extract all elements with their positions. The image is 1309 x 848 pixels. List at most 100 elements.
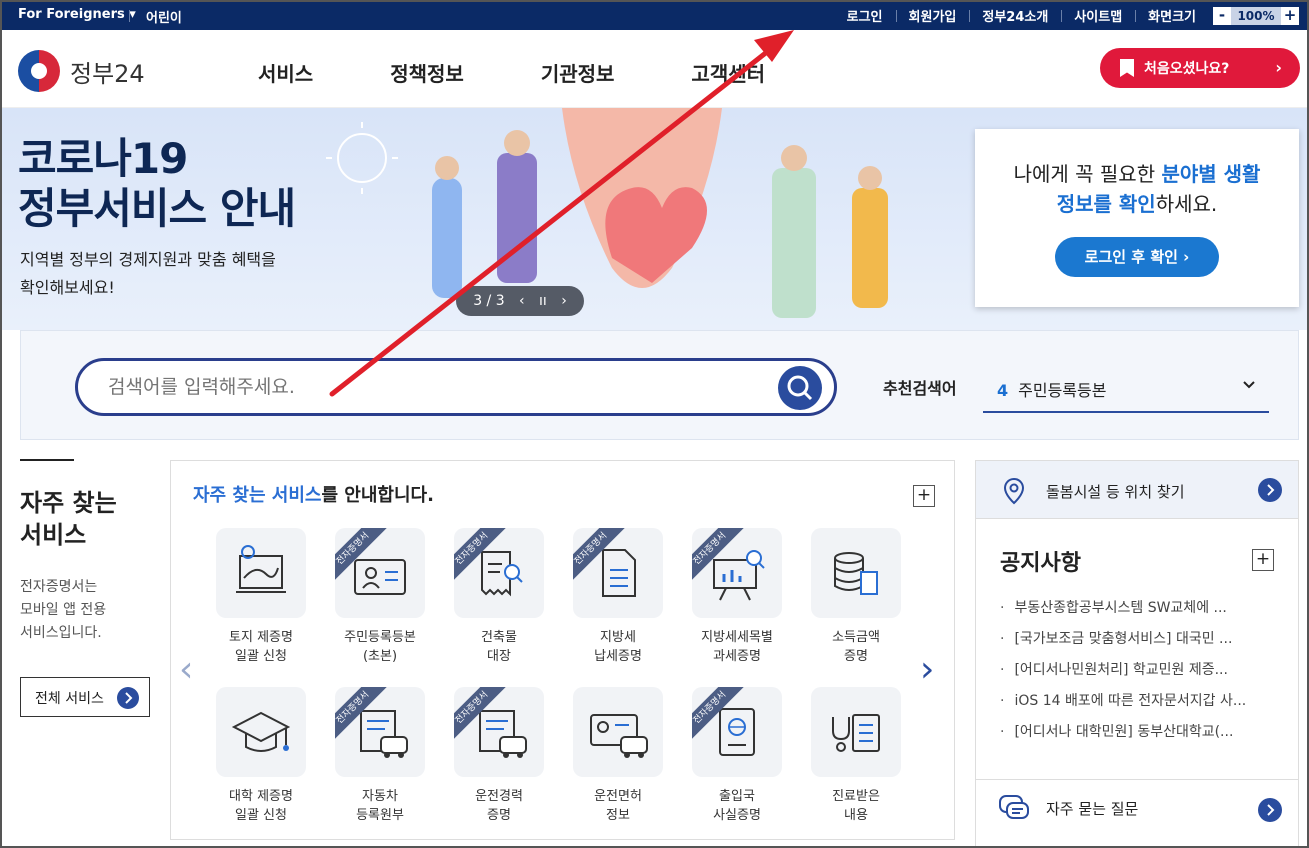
service-item[interactable]: 운전면허 정보	[563, 687, 673, 825]
service-tile[interactable]	[216, 528, 306, 618]
service-label: 지방세세목별 과세증명	[701, 630, 773, 664]
service-label: 대학 제증명 일괄 신청	[229, 789, 293, 823]
search-icon	[787, 375, 813, 401]
service-item[interactable]: 소득금액 증명	[801, 528, 911, 666]
service-tile[interactable]	[216, 687, 306, 777]
service-tile[interactable]: 전자증명서	[573, 528, 663, 618]
search-box	[75, 358, 837, 416]
service-item[interactable]: 전자증명서 출입국 사실증명	[682, 687, 792, 825]
service-tile[interactable]	[573, 687, 663, 777]
info-text: 나에게 꼭 필요한 분야별 생활 정보를 확인하세요.	[975, 159, 1299, 219]
coins-document-icon	[834, 552, 878, 595]
info-text-a: 나에게 꼭 필요한	[1013, 162, 1162, 186]
service-item[interactable]: 전자증명서 주민등록등본 (초본)	[325, 528, 435, 666]
recommend-value: 주민등록등본	[1018, 381, 1107, 400]
service-label: 운전면허 정보	[594, 789, 642, 823]
faq-label: 자주 묻는 질문	[1046, 800, 1139, 818]
info-text-b: 하세요.	[1155, 192, 1218, 216]
next-arrow-icon[interactable]: ›	[920, 652, 944, 689]
service-tile[interactable]	[811, 528, 901, 618]
services-heading-rest: 를 안내합니다.	[321, 485, 434, 506]
notice-item[interactable]: 부동산종합공부시스템 SW교체에 ...	[1000, 597, 1280, 628]
care-facility-label: 돌봄시설 등 위치 찾기	[1046, 483, 1185, 501]
nav-policy[interactable]: 정책정보	[390, 58, 464, 87]
banner-pager: 3 / 3 ‹ ıı ›	[456, 286, 584, 316]
zoom-control: - 100% +	[1213, 6, 1299, 25]
notice-item[interactable]: iOS 14 배포에 따른 전자문서지갑 사...	[1000, 690, 1280, 721]
about-link[interactable]: 정부24소개	[969, 6, 1061, 25]
care-facility-link[interactable]: 돌봄시설 등 위치 찾기	[976, 461, 1298, 519]
services-heading: 자주 찾는 서비스를 안내합니다.	[193, 481, 434, 507]
login-link[interactable]: 로그인	[834, 6, 896, 25]
zoom-out-button[interactable]: -	[1213, 6, 1231, 25]
notice-title: 공지사항	[1000, 551, 1081, 576]
notice-item[interactable]: [어디서나 대학민원] 동부산대학교(...	[1000, 721, 1280, 752]
chevron-right-icon	[1258, 478, 1282, 502]
banner-subtitle-line1: 지역별 정부의 경제지원과 맞춤 혜택을	[20, 250, 276, 269]
graduation-cap-icon	[231, 711, 291, 752]
service-item[interactable]: 대학 제증명 일괄 신청	[206, 687, 316, 825]
faq-link[interactable]: 자주 묻는 질문	[976, 779, 1298, 839]
services-heading-highlight: 자주 찾는 서비스	[193, 485, 322, 506]
frequent-services-panel: 자주 찾는 서비스를 안내합니다. + ‹ › 토지 제증명 일괄 신청 전자증명…	[170, 460, 955, 840]
login-check-button[interactable]: 로그인 후 확인 ›	[1055, 237, 1219, 277]
license-car-icon	[590, 714, 648, 758]
nav-agency[interactable]: 기관정보	[541, 58, 615, 87]
all-services-label: 전체 서비스	[35, 691, 104, 707]
recommend-select[interactable]: 4 주민등록등본	[983, 369, 1269, 413]
notice-item[interactable]: [어디서나민원처리] 학교민원 제증...	[1000, 659, 1280, 690]
frequent-title-line1: 자주 찾는	[20, 489, 117, 517]
notice-item[interactable]: [국가보조금 맞춤형서비스] 대국민 ...	[1000, 628, 1280, 659]
nav-customer-center[interactable]: 고객센터	[691, 58, 765, 87]
service-tile[interactable]: 전자증명서	[454, 528, 544, 618]
service-tile[interactable]: 전자증명서	[692, 528, 782, 618]
service-item[interactable]: 토지 제증명 일괄 신청	[206, 528, 316, 666]
sitemap-link[interactable]: 사이트맵	[1061, 6, 1135, 25]
search-input[interactable]	[108, 374, 758, 400]
taegeuk-logo-icon	[18, 50, 60, 92]
service-tile[interactable]: 전자증명서	[692, 687, 782, 777]
chevron-right-icon: ›	[1275, 58, 1282, 77]
nav-services[interactable]: 서비스	[258, 58, 313, 87]
service-tile[interactable]	[811, 687, 901, 777]
service-tile[interactable]: 전자증명서	[454, 687, 544, 777]
personalized-info-box: 나에게 꼭 필요한 분야별 생활 정보를 확인하세요. 로그인 후 확인 ›	[975, 129, 1299, 307]
service-item[interactable]: 진료받은 내용	[801, 687, 911, 825]
search-button[interactable]	[778, 366, 822, 410]
more-notices-button[interactable]: +	[1252, 549, 1274, 571]
service-item[interactable]: 전자증명서 건축물 대장	[444, 528, 554, 666]
recommend-label: 추천검색어	[883, 379, 957, 398]
signup-link[interactable]: 회원가입	[895, 6, 970, 25]
site-logo[interactable]: 정부24	[18, 50, 145, 92]
first-visit-label: 처음오셨나요?	[1144, 61, 1230, 77]
prev-slide-icon[interactable]: ‹	[519, 293, 525, 309]
service-tile[interactable]: 전자증명서	[335, 528, 425, 618]
stethoscope-icon	[832, 714, 880, 752]
service-tile[interactable]: 전자증명서	[335, 687, 425, 777]
more-services-button[interactable]: +	[913, 485, 935, 507]
service-item[interactable]: 전자증명서 운전경력 증명	[444, 687, 554, 825]
zoom-in-button[interactable]: +	[1281, 6, 1299, 25]
kids-link[interactable]: 어린이	[146, 7, 182, 26]
bookmark-icon	[1120, 59, 1134, 77]
pager-count: 3 / 3	[473, 293, 505, 309]
pause-icon[interactable]: ıı	[539, 293, 547, 309]
service-item[interactable]: 전자증명서 지방세 납세증명	[563, 528, 673, 666]
utility-bar: For Foreigners ▾ 어린이 로그인 회원가입 정부24소개 사이트…	[2, 2, 1307, 30]
for-foreigners-link[interactable]: For Foreigners ▾	[18, 7, 136, 22]
frequent-desc-line1: 전자증명서는	[20, 579, 98, 595]
search-zone: 추천검색어 4 주민등록등본	[20, 330, 1299, 440]
frequent-title-line2: 서비스	[20, 521, 87, 549]
all-services-button[interactable]: 전체 서비스	[20, 677, 150, 717]
next-slide-icon[interactable]: ›	[561, 293, 567, 309]
site-header: 정부24 서비스 정책정보 기관정보 고객센터 처음오셨나요? ›	[2, 30, 1307, 108]
map-document-icon	[236, 545, 286, 593]
first-visit-button[interactable]: 처음오셨나요? ›	[1100, 48, 1300, 88]
browser-frame: For Foreigners ▾ 어린이 로그인 회원가입 정부24소개 사이트…	[0, 0, 1309, 848]
screen-size-label: 화면크기	[1135, 6, 1209, 25]
prev-arrow-icon[interactable]: ‹	[179, 652, 203, 689]
service-item[interactable]: 전자증명서 자동차 등록원부	[325, 687, 435, 825]
chevron-right-icon	[1258, 798, 1282, 822]
service-item[interactable]: 전자증명서지방세세목별 과세증명	[682, 528, 792, 666]
frequent-desc-line3: 서비스입니다.	[20, 625, 102, 641]
